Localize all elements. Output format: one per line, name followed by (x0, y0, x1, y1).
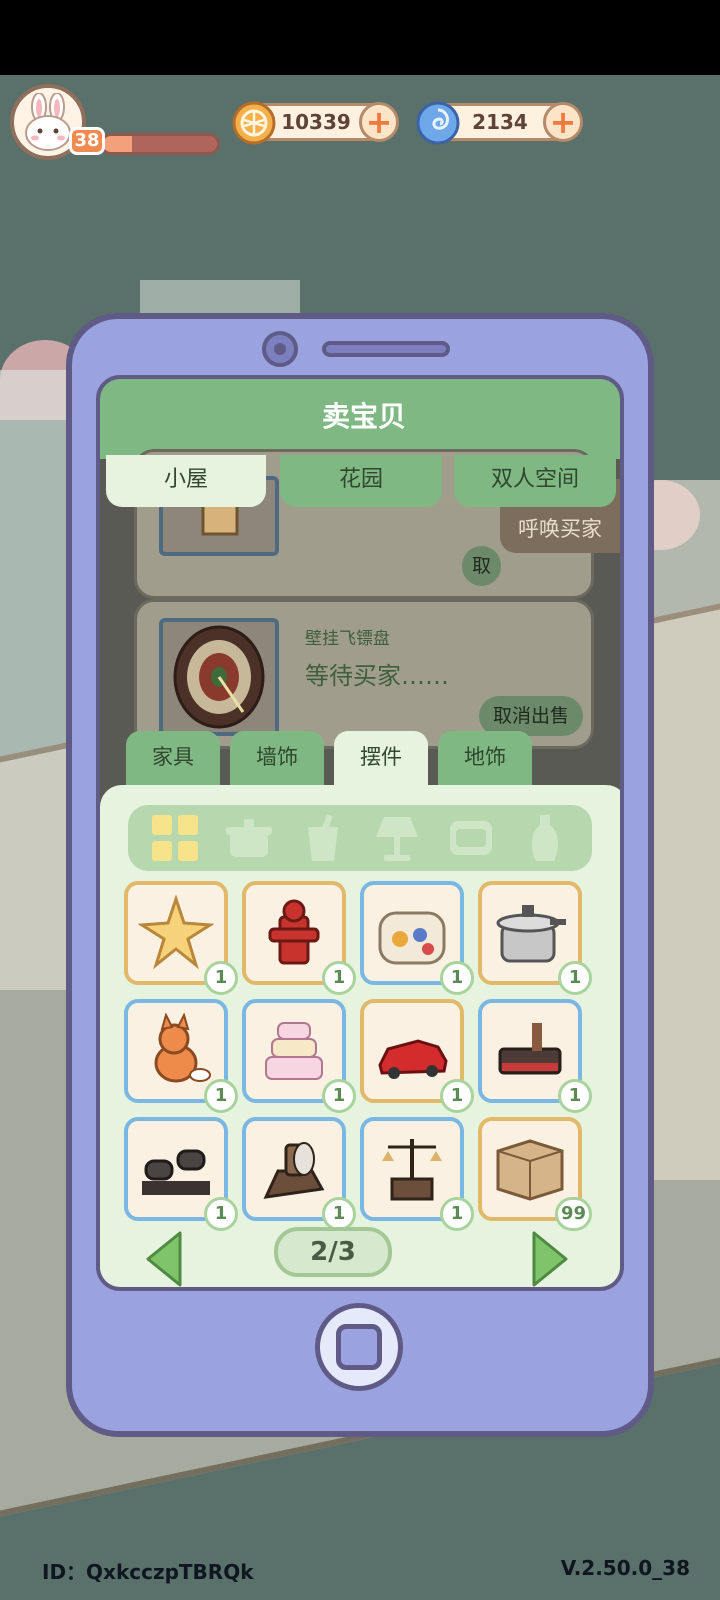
item-count-badge: 1 (204, 1079, 238, 1113)
item-count-badge: 1 (440, 961, 474, 995)
item-count-badge: 1 (558, 1079, 592, 1113)
home-square-icon (336, 1324, 382, 1370)
prev-page-button[interactable] (144, 1231, 184, 1287)
inventory-item[interactable]: 99 (478, 1117, 592, 1231)
page-indicator: 2/3 (274, 1227, 392, 1277)
player-id: ID：QxkcczpTBRQk (42, 1560, 254, 1584)
inventory-item[interactable]: 1 (242, 881, 356, 995)
tab-ornaments[interactable]: 摆件 (334, 731, 428, 787)
item-grid: 1 1 1 1 1 1 1 1 1 1 1 99 (124, 881, 592, 1231)
item-count-badge: 1 (322, 1079, 356, 1113)
item-count-badge: 1 (558, 961, 592, 995)
item-count-badge: 1 (440, 1079, 474, 1113)
cake-tower-icon (265, 1022, 323, 1080)
xp-progress-fill (103, 136, 132, 152)
binoculars-icon (142, 1149, 210, 1195)
inventory-item[interactable]: 1 (124, 999, 238, 1113)
dartboard-icon (173, 625, 265, 729)
grid-icon[interactable] (148, 811, 202, 865)
tab-wall-decor[interactable]: 墙饰 (230, 731, 324, 787)
listing-item-frame (159, 618, 279, 736)
app-version: V.2.50.0_38 (560, 1556, 690, 1580)
pot-icon[interactable] (222, 811, 276, 865)
phone-screen: 卖宝贝 取 呼唤买家 小屋 花园 双人空间 壁挂飞镖盘 等待买家…… 取消出售 … (96, 375, 624, 1291)
inventory-item[interactable]: 1 (478, 999, 592, 1113)
inventory-item[interactable]: 1 (124, 1117, 238, 1231)
pressure-cooker-icon (496, 905, 566, 963)
vase-icon[interactable] (518, 811, 572, 865)
inventory-item[interactable]: 1 (124, 881, 238, 995)
tab-furniture[interactable]: 家具 (126, 731, 220, 787)
coin-icon (231, 100, 277, 146)
tab-cabin[interactable]: 小屋 (106, 455, 266, 507)
cancel-sale-button[interactable]: 取消出售 (478, 696, 583, 736)
phone-camera (262, 331, 298, 367)
item-count-badge: 1 (322, 1197, 356, 1231)
fox-figurine-icon (154, 1013, 211, 1083)
add-gems-button[interactable]: + (543, 102, 583, 142)
inventory-item[interactable]: 1 (242, 999, 356, 1113)
cup-icon[interactable] (296, 811, 350, 865)
red-sports-car-icon (378, 1039, 448, 1079)
cat-capsule-icon (378, 911, 446, 965)
inventory-panel: 1 1 1 1 1 1 1 1 1 1 1 99 2/3 (100, 785, 620, 1287)
item-count-badge: 1 (440, 1197, 474, 1231)
xp-progress-bar (100, 133, 220, 155)
item-count-badge: 1 (204, 1197, 238, 1231)
balance-scale-icon (382, 1139, 442, 1201)
status-bar (0, 0, 720, 75)
cardboard-box-icon (496, 1139, 564, 1201)
bunny-avatar-icon (25, 93, 71, 151)
tab-garden[interactable]: 花园 (280, 455, 442, 507)
inventory-item[interactable]: 1 (478, 881, 592, 995)
lamp-icon[interactable] (370, 811, 424, 865)
listing-status: 等待买家…… (305, 662, 449, 690)
listing-item-name: 壁挂飞镖盘 (305, 629, 390, 649)
filter-bar (128, 805, 592, 871)
location-tabs: 小屋 花园 双人空间 (100, 455, 620, 509)
add-coins-button[interactable]: + (359, 102, 399, 142)
listing-card: 壁挂飞镖盘 等待买家…… 取消出售 (134, 599, 594, 749)
next-page-button[interactable] (530, 1231, 570, 1287)
inventory-item[interactable]: 1 (360, 999, 474, 1113)
phone-speaker (322, 341, 450, 357)
dialog-title: 卖宝贝 (100, 379, 620, 459)
cancel-sale-button-partial[interactable]: 取 (461, 546, 501, 586)
item-count-badge: 1 (204, 961, 238, 995)
telescope-stand-icon (263, 1142, 325, 1199)
player-level-badge: 38 (69, 127, 105, 155)
gem-counter: 2134 + (416, 101, 583, 145)
item-count-badge: 1 (322, 961, 356, 995)
toy-workbench-icon (498, 1023, 562, 1075)
tab-duo-space[interactable]: 双人空间 (454, 455, 616, 507)
phone-shop-dialog: 卖宝贝 取 呼唤买家 小屋 花园 双人空间 壁挂飞镖盘 等待买家…… 取消出售 … (66, 313, 654, 1437)
pillow-icon[interactable] (444, 811, 498, 865)
item-count-badge: 99 (554, 1197, 592, 1231)
arrow-right-icon (532, 1231, 568, 1287)
star-ornament-icon (138, 895, 214, 970)
tab-floor-decor[interactable]: 地饰 (438, 731, 532, 787)
inventory-item[interactable]: 1 (360, 1117, 474, 1231)
inventory-item[interactable]: 1 (360, 881, 474, 995)
category-tabs: 家具 墙饰 摆件 地饰 (126, 731, 606, 789)
arrow-left-icon (146, 1231, 182, 1287)
swirl-gem-icon (415, 100, 461, 146)
inventory-item[interactable]: 1 (242, 1117, 356, 1231)
coin-counter: 10339 + (232, 101, 399, 145)
fire-hydrant-icon (268, 899, 320, 965)
close-phone-button[interactable] (315, 1303, 403, 1391)
